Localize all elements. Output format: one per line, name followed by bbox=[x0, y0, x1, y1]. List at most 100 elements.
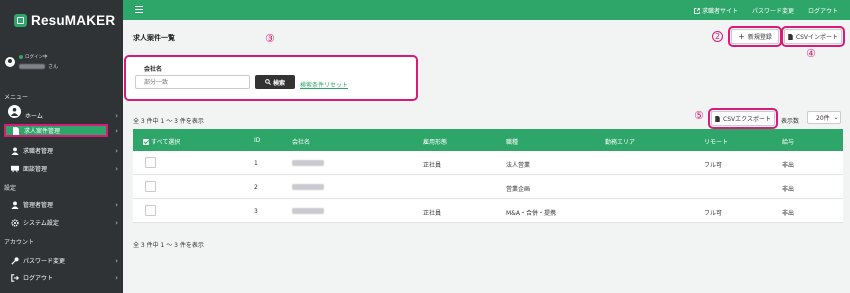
per-page-value: 20件 bbox=[816, 115, 830, 122]
cell-remote: フル可 bbox=[704, 210, 723, 217]
table-header: すべて選択 ID 会社名 雇用形態 職種 勤務エリア リモート 給与 bbox=[133, 129, 843, 151]
company-search-input[interactable] bbox=[135, 75, 250, 89]
csv-import-button[interactable]: CSVインポート bbox=[781, 26, 845, 47]
sidebar-item-interviews[interactable]: 面談管理 › bbox=[5, 162, 122, 175]
cell-employment: 正社員 bbox=[423, 210, 442, 217]
search-button-label: 検索 bbox=[272, 79, 285, 87]
hamburger-menu-icon[interactable] bbox=[135, 6, 143, 13]
cell-salary: 非出 bbox=[782, 186, 795, 193]
cell-job: 営業企画 bbox=[506, 186, 531, 193]
chevron-right-icon: › bbox=[115, 218, 118, 227]
col-employment: 雇用形態 bbox=[423, 139, 448, 146]
cell-company-redacted bbox=[292, 160, 324, 166]
cell-job: M&A・合併・提携 bbox=[506, 210, 556, 217]
sidebar-item-label: ログアウト bbox=[23, 275, 54, 282]
new-register-button[interactable]: + 新規登録 bbox=[728, 26, 782, 47]
key-icon bbox=[11, 256, 19, 265]
cell-salary: 非出 bbox=[782, 210, 795, 217]
csv-export-label: CSVエクスポート bbox=[723, 116, 771, 123]
sidebar-item-system[interactable]: システム設定 › bbox=[5, 216, 122, 229]
sidebar-item-label: 求人案件管理 bbox=[24, 128, 61, 135]
col-company: 会社名 bbox=[292, 139, 311, 146]
col-job: 職種 bbox=[506, 139, 519, 146]
login-status-label: ログイン中 bbox=[25, 55, 48, 60]
header-link-change-password[interactable]: パスワード変更 bbox=[752, 6, 794, 15]
checkbox-checked-icon bbox=[143, 138, 149, 145]
section-menu: メニュー bbox=[4, 94, 29, 101]
chevron-right-icon: › bbox=[115, 200, 118, 209]
sidebar-item-label: 管理者管理 bbox=[23, 202, 54, 209]
file-icon bbox=[788, 33, 793, 40]
sidebar-item-label: パスワード変更 bbox=[23, 258, 66, 265]
col-id: ID bbox=[254, 137, 261, 144]
sidebar-item-label: システム設定 bbox=[23, 220, 59, 227]
jobs-table: すべて選択 ID 会社名 雇用形態 職種 勤務エリア リモート 給与 1 正社員… bbox=[133, 129, 843, 223]
header-link-label: 求職者サイト bbox=[701, 8, 738, 15]
reset-search-link[interactable]: 検索条件リセット bbox=[300, 80, 348, 89]
cell-remote: フル可 bbox=[704, 162, 723, 169]
cell-id: 1 bbox=[254, 160, 258, 167]
section-settings: 設定 bbox=[4, 185, 17, 192]
row-checkbox[interactable] bbox=[145, 205, 156, 216]
chevron-right-icon: › bbox=[115, 256, 118, 265]
top-header: 求職者サイト パスワード変更 ログアウト bbox=[123, 0, 850, 20]
external-link-icon bbox=[694, 7, 700, 14]
user-suffix: さん bbox=[48, 64, 59, 70]
logo-icon bbox=[14, 13, 27, 27]
file-icon bbox=[715, 115, 720, 122]
header-link-logout[interactable]: ログアウト bbox=[808, 6, 838, 15]
sidebar-item-home[interactable]: ホーム › bbox=[5, 109, 122, 122]
cell-company-redacted bbox=[292, 184, 324, 190]
document-icon bbox=[12, 126, 20, 135]
chevron-right-icon: › bbox=[115, 126, 118, 135]
cell-salary: 非出 bbox=[782, 162, 795, 169]
company-name-label: 会社名 bbox=[144, 66, 163, 73]
chevron-right-icon: › bbox=[115, 146, 118, 155]
row-checkbox[interactable] bbox=[145, 157, 156, 168]
sidebar-item-logout[interactable]: ログアウト › bbox=[5, 271, 122, 284]
presentation-icon bbox=[11, 165, 19, 173]
gear-icon bbox=[11, 218, 19, 227]
row-checkbox[interactable] bbox=[145, 181, 156, 192]
plus-icon: + bbox=[738, 31, 745, 41]
annotation-5: ⑤ bbox=[694, 109, 704, 122]
user-info: ログイン中 さん bbox=[5, 54, 58, 70]
sidebar-item-admins[interactable]: 管理者管理 › bbox=[5, 198, 122, 211]
sidebar: ResuMAKER ログイン中 さん メニュー ホーム › 求人案件管理 › 求… bbox=[0, 0, 123, 293]
annotation-4: ④ bbox=[806, 47, 816, 60]
result-count-bottom: 全 3 件中 1 〜 3 件を表示 bbox=[133, 242, 204, 249]
search-button[interactable]: 検索 bbox=[255, 75, 295, 89]
annotation-3: ③ bbox=[265, 32, 275, 45]
sidebar-item-label: 面談管理 bbox=[23, 166, 48, 173]
sidebar-item-seekers[interactable]: 求職者管理 › bbox=[5, 144, 122, 157]
table-row[interactable]: 2 営業企画 非出 bbox=[133, 175, 843, 199]
user-avatar-icon bbox=[5, 57, 15, 67]
chevron-right-icon: › bbox=[115, 164, 118, 173]
cell-id: 3 bbox=[254, 208, 258, 215]
user-name: さん bbox=[19, 63, 58, 70]
csv-export-button[interactable]: CSVエクスポート bbox=[708, 108, 778, 129]
chevron-right-icon: › bbox=[115, 273, 118, 282]
sidebar-item-label: 求職者管理 bbox=[23, 148, 54, 155]
online-dot-icon bbox=[19, 55, 23, 59]
header-link-seeker-site[interactable]: 求職者サイト bbox=[694, 6, 738, 15]
sidebar-item-password[interactable]: パスワード変更 › bbox=[5, 254, 122, 267]
chevron-down-icon: ⌄ bbox=[833, 114, 839, 121]
logout-icon bbox=[11, 273, 19, 282]
user-icon bbox=[11, 146, 19, 155]
chevron-right-icon: › bbox=[115, 111, 118, 120]
logo[interactable]: ResuMAKER bbox=[0, 0, 123, 40]
csv-import-label: CSVインポート bbox=[795, 34, 839, 41]
select-all-label: すべて選択 bbox=[151, 139, 181, 146]
col-remote: リモート bbox=[704, 139, 729, 146]
select-all-checkbox[interactable]: すべて選択 bbox=[143, 137, 180, 146]
sidebar-item-jobs[interactable]: 求人案件管理 › bbox=[4, 124, 118, 137]
admin-user-icon bbox=[11, 200, 19, 209]
per-page-select[interactable]: 20件 ⌄ bbox=[807, 111, 841, 124]
annotation-2: 2 bbox=[712, 31, 723, 42]
table-row[interactable]: 3 正社員 M&A・合併・提携 フル可 非出 bbox=[133, 199, 843, 223]
per-page-label: 表示数 bbox=[781, 118, 800, 125]
page-title: 求人案件一覧 bbox=[133, 34, 175, 42]
table-row[interactable]: 1 正社員 法人営業 フル可 非出 bbox=[133, 151, 843, 175]
cell-company-redacted bbox=[292, 208, 324, 214]
